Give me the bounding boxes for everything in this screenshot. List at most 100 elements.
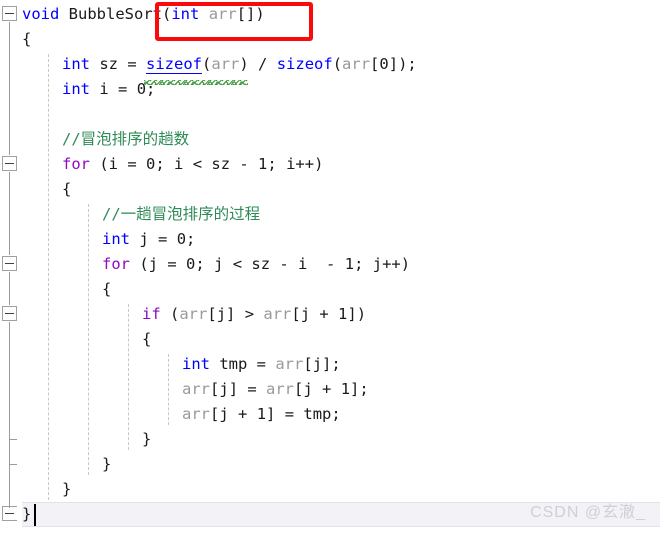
code-token: tmp [219,355,248,373]
code-text-area[interactable]: void BubbleSort(int arr[]){int sz = size… [0,0,660,536]
code-line[interactable]: int tmp = arr[j]; [182,352,341,377]
code-token: - [270,255,299,273]
code-token: ; [354,255,373,273]
code-token: 1 [258,155,268,173]
code-token: j [148,255,159,273]
text-caret [34,504,36,526]
code-token: = [118,155,147,173]
code-token: - [230,155,259,173]
code-token: [ [210,405,220,423]
code-token: = [158,255,187,273]
code-token: BubbleSort [68,5,162,23]
red-highlight-rectangle [155,2,313,41]
code-token: arr [179,305,208,323]
code-token: + [228,405,257,423]
code-token: 0 [176,230,187,248]
code-line[interactable]: int i = 0; [62,77,155,102]
code-token: ]) [347,305,367,323]
code-token: ] = [228,380,267,398]
code-line[interactable]: } [22,502,31,527]
code-line[interactable]: arr[j] = arr[j + 1]; [182,377,369,402]
code-token: for [102,255,130,273]
code-token: 0 [186,255,196,273]
code-token: ( [332,55,343,73]
code-token: 1 [256,405,267,423]
code-token: ; [186,230,196,248]
code-token: 1 [338,305,348,323]
code-token: [ [294,380,304,398]
code-token: ++) [382,255,411,273]
code-token: arr [266,380,295,398]
code-token: j [216,305,227,323]
code-token: j [214,255,224,273]
code-token: + [312,380,341,398]
code-token: { [142,330,152,348]
code-token: ; [331,405,341,423]
code-token: ] > [226,305,264,323]
code-line[interactable]: arr[j + 1] = tmp; [182,402,341,427]
code-line[interactable]: for (i = 0; i < sz - 1; i++) [62,152,323,177]
code-line[interactable]: { [22,27,31,52]
code-line[interactable]: } [142,427,151,452]
code-token: < [183,155,212,173]
code-token: 0 [146,155,156,173]
code-line[interactable]: if (arr[j] > arr[j + 1]) [142,302,366,327]
code-token: = [148,230,177,248]
code-line[interactable]: for (j = 0; j < sz - i - 1; j++) [102,252,410,277]
code-editor[interactable]: void BubbleSort(int arr[]){int sz = size… [0,0,660,536]
code-token: ]; [350,380,369,398]
code-token: ]); [388,55,417,73]
code-token: = [108,80,137,98]
code-token: arr [342,55,371,73]
code-line[interactable]: { [62,177,71,202]
code-token: [ [303,355,313,373]
code-token: - [307,255,345,273]
code-token: int [102,230,130,248]
code-line[interactable]: { [102,277,111,302]
code-token: arr [182,380,210,398]
code-token: j [312,355,323,373]
code-token: ( [90,155,109,173]
code-token: if [142,305,161,323]
code-token: ( [130,255,149,273]
code-token: //一趟冒泡排序的过程 [102,205,261,223]
code-token: arr [263,305,292,323]
code-token: 0 [379,55,389,73]
code-token: arr [182,405,210,423]
code-token: 1 [340,380,351,398]
code-token: } [62,480,72,498]
code-token: j [139,230,149,248]
code-token: [ [207,305,217,323]
code-line[interactable]: int j = 0; [102,227,195,252]
code-token: tmp [303,405,332,423]
code-token: ; [267,155,287,173]
code-line[interactable]: { [142,327,151,352]
code-token: arr [211,55,240,73]
code-line[interactable]: int sz = sizeof(arr) / sizeof(arr[0]); [62,52,417,77]
code-token: i [298,255,308,273]
code-token: = [247,355,276,373]
code-token: ]; [322,355,341,373]
code-token: ] = [266,405,304,423]
code-token: ++) [295,155,324,173]
code-line[interactable]: //一趟冒泡排序的过程 [102,202,260,227]
code-token: i [286,155,296,173]
code-token: { [102,280,112,298]
editor-bottom-strip [0,530,660,536]
code-token: ; [195,255,215,273]
code-line[interactable]: } [62,477,71,502]
code-line[interactable]: //冒泡排序的趟数 [62,127,189,152]
code-token: ; [155,155,175,173]
code-token: ) [239,55,249,73]
code-token: < [223,255,252,273]
code-token: } [142,430,152,448]
code-token: ( [160,305,180,323]
code-line[interactable]: } [102,452,111,477]
code-token: sz [99,55,119,73]
code-token: j [219,405,229,423]
